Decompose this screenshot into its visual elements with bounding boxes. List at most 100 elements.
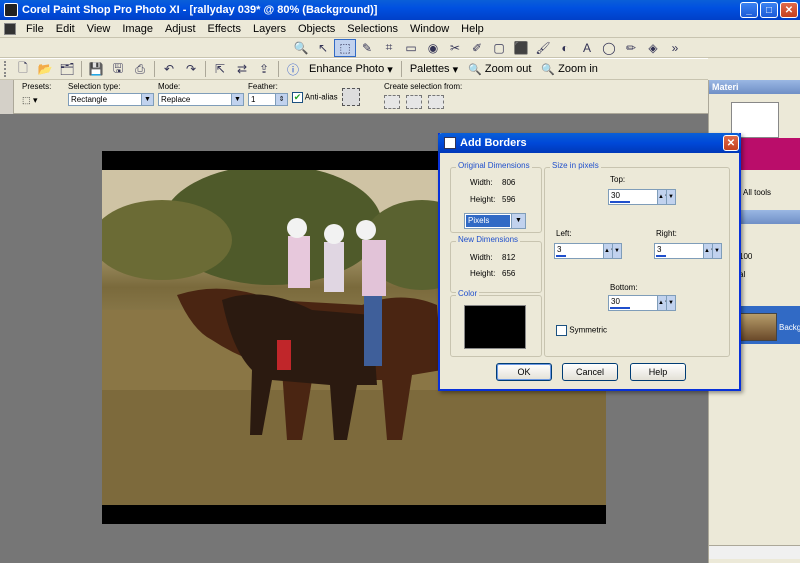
menu-help[interactable]: Help xyxy=(455,20,490,38)
maximize-button[interactable]: □ xyxy=(760,2,778,18)
antialias-label: Anti-alias xyxy=(304,92,338,102)
opacity-value[interactable]: 100 xyxy=(739,252,759,261)
separator xyxy=(154,61,155,77)
lighten-tool-icon[interactable]: ◐ xyxy=(554,39,576,57)
left-spinner[interactable]: 3 ▲▼ ▼ xyxy=(554,243,622,259)
bottom-spinner-buttons[interactable]: ▲▼ ▼ xyxy=(657,296,675,310)
warp-brush-icon[interactable]: ◈ xyxy=(642,39,664,57)
palettes-button[interactable]: Palettes ▾ xyxy=(405,63,463,76)
paint-brush-icon[interactable]: 🖌 xyxy=(532,39,554,57)
materials-palette-title: Materi xyxy=(709,80,800,94)
top-spinner[interactable]: 30 ▲▼ ▼ xyxy=(608,189,676,205)
all-tools-checkbox[interactable]: All tools xyxy=(743,188,771,197)
share-icon[interactable]: ⇄ xyxy=(231,60,253,78)
left-label: Left: xyxy=(556,229,572,238)
ok-button[interactable]: OK xyxy=(496,363,552,381)
export-icon[interactable]: ⇪ xyxy=(253,60,275,78)
straighten-tool-icon[interactable]: ▭ xyxy=(400,39,422,57)
bottom-label: Bottom: xyxy=(610,283,638,292)
browse-icon[interactable]: 🗂 xyxy=(56,60,78,78)
tools-toolbar: 🔍 ↖ ⬚ ✎ ⌗ ▭ ◉ ✂ ✐ ▢ ⬛ 🖌 ◐ A ◯ ✏ ◈ » xyxy=(0,38,800,58)
selection-from-image-icon[interactable] xyxy=(406,95,422,109)
crop-tool-icon[interactable]: ⌗ xyxy=(378,39,400,57)
layers-scrollbar[interactable] xyxy=(709,545,800,559)
print-icon[interactable]: ⎙ xyxy=(129,60,151,78)
menu-window[interactable]: Window xyxy=(404,20,455,38)
redo-icon[interactable]: ↷ xyxy=(180,60,202,78)
dialog-icon xyxy=(444,137,456,149)
dialog-title-bar[interactable]: Add Borders ✕ xyxy=(438,133,741,153)
minimize-button[interactable]: _ xyxy=(740,2,758,18)
menu-image[interactable]: Image xyxy=(116,20,159,38)
mode-group: Mode: Replace ▼ xyxy=(158,82,244,106)
save-icon[interactable]: 💾 xyxy=(85,60,107,78)
create-selection-group: Create selection from: xyxy=(384,82,462,109)
help-button[interactable]: Help xyxy=(630,363,686,381)
window-title: Corel Paint Shop Pro Photo XI - [rallyda… xyxy=(22,4,378,16)
tool-options-palette: Presets: ⬚ ▾ Selection type: Rectangle ▼ … xyxy=(0,80,708,114)
enhance-photo-button[interactable]: Enhance Photo ▾ xyxy=(304,63,398,76)
menu-effects[interactable]: Effects xyxy=(202,20,247,38)
zoom-in-button[interactable]: 🔍 Zoom in xyxy=(536,63,603,76)
menu-edit[interactable]: Edit xyxy=(50,20,81,38)
menu-view[interactable]: View xyxy=(81,20,117,38)
dialog-close-button[interactable]: ✕ xyxy=(723,135,739,151)
menu-adjust[interactable]: Adjust xyxy=(159,20,202,38)
menu-selections[interactable]: Selections xyxy=(341,20,404,38)
right-spinner-buttons[interactable]: ▲▼ ▼ xyxy=(703,244,721,258)
selection-type-label: Selection type: xyxy=(68,82,121,91)
clone-tool-icon[interactable]: ✐ xyxy=(466,39,488,57)
undo-icon[interactable]: ↶ xyxy=(158,60,180,78)
info-icon[interactable]: ⓘ xyxy=(282,60,304,78)
presets-dropdown[interactable]: ⬚ ▾ xyxy=(22,95,62,106)
background-swatch[interactable] xyxy=(741,138,800,170)
feather-spinner[interactable]: 1 ⇕ xyxy=(248,93,288,106)
mode-label: Mode: xyxy=(158,82,181,91)
eraser-tool-icon[interactable]: ⬛ xyxy=(510,39,532,57)
bottom-spinner[interactable]: 30 ▲▼ ▼ xyxy=(608,295,676,311)
selection-cmd-icon[interactable] xyxy=(342,88,372,106)
menu-objects[interactable]: Objects xyxy=(292,20,341,38)
close-button[interactable]: ✕ xyxy=(780,2,798,18)
cancel-button[interactable]: Cancel xyxy=(562,363,618,381)
red-eye-tool-icon[interactable]: ◉ xyxy=(422,39,444,57)
left-spinner-buttons[interactable]: ▲▼ ▼ xyxy=(603,244,621,258)
preset-shape-icon[interactable]: ◯ xyxy=(598,39,620,57)
color-title: Color xyxy=(456,289,480,298)
symmetric-checkbox[interactable] xyxy=(556,325,567,336)
selection-type-value: Rectangle xyxy=(71,95,108,104)
menu-layers[interactable]: Layers xyxy=(247,20,292,38)
resize-icon[interactable]: ⇱ xyxy=(209,60,231,78)
layer-thumbnail xyxy=(739,313,777,341)
tool-options-grip[interactable] xyxy=(0,80,14,114)
open-file-icon[interactable]: 📂 xyxy=(34,60,56,78)
zoom-out-button[interactable]: 🔍 Zoom out xyxy=(463,63,536,76)
feather-label: Feather: xyxy=(248,82,278,91)
new-width-value: 812 xyxy=(502,253,516,262)
dropper-tool-icon[interactable]: ✎ xyxy=(356,39,378,57)
toolbar-grip[interactable] xyxy=(4,61,8,77)
top-spinner-buttons[interactable]: ▲▼ ▼ xyxy=(657,190,675,204)
top-label: Top: xyxy=(610,175,626,184)
makeover-tool-icon[interactable]: ✂ xyxy=(444,39,466,57)
selection-from-layer-icon[interactable] xyxy=(384,95,400,109)
selection-from-mask-icon[interactable] xyxy=(428,95,444,109)
pick-tool-icon[interactable]: ↖ xyxy=(312,39,334,57)
right-spinner[interactable]: 3 ▲▼ ▼ xyxy=(654,243,722,259)
zoom-tool-icon[interactable]: 🔍 xyxy=(290,39,312,57)
pen-tool-icon[interactable]: ✏ xyxy=(620,39,642,57)
new-file-icon[interactable]: 🗋 xyxy=(12,60,34,78)
border-color-swatch[interactable] xyxy=(464,305,526,349)
units-dropdown[interactable]: Pixels ▼ xyxy=(464,213,526,229)
more-tools-icon[interactable]: » xyxy=(664,39,686,57)
save-as-icon[interactable]: 🖫 xyxy=(107,60,129,78)
document-icon[interactable] xyxy=(4,22,16,35)
scratch-remover-icon[interactable]: ▢ xyxy=(488,39,510,57)
selection-type-dropdown[interactable]: Rectangle ▼ xyxy=(68,93,154,106)
selection-tool-icon[interactable]: ⬚ xyxy=(334,38,356,57)
antialias-checkbox[interactable]: ✔ xyxy=(292,92,303,103)
menu-file[interactable]: File xyxy=(20,20,50,38)
mode-dropdown[interactable]: Replace ▼ xyxy=(158,93,244,106)
text-tool-icon[interactable]: A xyxy=(576,39,598,57)
original-dimensions-title: Original Dimensions xyxy=(456,161,532,170)
